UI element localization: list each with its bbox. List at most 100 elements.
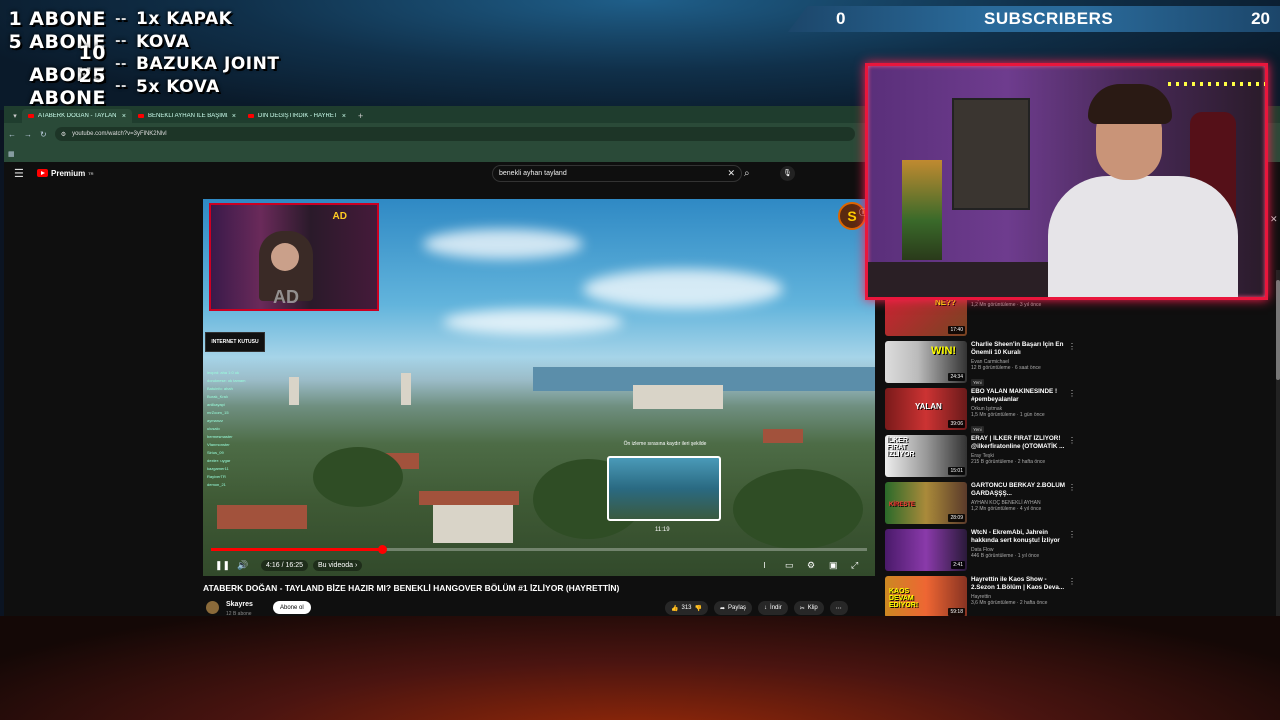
tab-din[interactable]: DİN DEĞİŞTİRDİK - HAYRETTİN × [242, 109, 352, 123]
list-item[interactable]: KİRESTE 28:09 GARTONCU BERKAY 2.BÖLÜM GARD… [885, 480, 1085, 527]
thumbs-down-icon[interactable]: 👎 [695, 605, 702, 612]
share-button[interactable]: ➦ Paylaş [713, 601, 753, 615]
chat-line: leoprd: aha 1:0 ok [207, 370, 240, 375]
video-thumbnail[interactable]: WIN! 24:34 [885, 341, 967, 383]
goal-reward: 1x KAPAK [136, 9, 233, 30]
miniplayer-icon[interactable]: ▣ [829, 560, 838, 571]
search-value: benekli ayhan tayland [499, 169, 567, 177]
inset-logo-corner: AD [332, 211, 347, 222]
video-title[interactable]: EBO YALAN MAKİNESİNDE ! #pembeyalanlar [971, 388, 1071, 404]
pause-icon[interactable]: ❚❚ [215, 560, 230, 571]
video-title[interactable]: Charlie Sheen'in Başarı İçin En Önemli 1… [971, 341, 1071, 357]
preview-time: 11:19 [655, 527, 670, 533]
chat-line: Sirius_09 [207, 450, 224, 455]
goal-row: 25 ABONE -- 5x KOVA [6, 65, 306, 109]
settings-icon[interactable]: ⚙ [807, 560, 815, 571]
youtube-favicon-icon [248, 114, 254, 118]
progress-scrubber[interactable] [377, 545, 387, 554]
subscriber-goal: 20 [1251, 9, 1270, 28]
scrollbar-thumb[interactable] [1276, 280, 1280, 380]
overlay-bottom-glow [0, 616, 1280, 720]
more-actions-button[interactable]: ⋯ [829, 601, 848, 615]
more-options-icon[interactable]: ⋮ [1068, 530, 1076, 539]
video-title[interactable]: WtcN - EkremAbi, Jahrein hakkında sert k… [971, 529, 1071, 545]
apps-icon[interactable]: ▦ [8, 150, 15, 158]
tab-benekli[interactable]: BENEKLİ AYHAN İLE BAŞIMIZA × [132, 109, 242, 123]
forward-icon[interactable]: → [24, 130, 32, 139]
channel-avatar[interactable] [206, 601, 219, 614]
progress-bar[interactable] [211, 545, 867, 554]
close-icon[interactable]: × [342, 113, 346, 120]
video-thumbnail[interactable]: NE?? 17:40 [885, 294, 967, 336]
youtube-header: ☰ Premium TR benekli ayhan tayland ✕ ⌕ 🎙 [4, 162, 874, 184]
chat-line: RayiverTR [207, 474, 226, 479]
list-item[interactable]: WIN! 24:34 Charlie Sheen'in Başarı İçin En… [885, 339, 1085, 386]
more-options-icon[interactable]: ⋮ [1068, 389, 1076, 398]
tab-title: ATABERK DOĞAN - TAYLAN [38, 113, 117, 119]
list-item[interactable]: İLKER FIRAT İZLİYOR 15:01 ERAY | İLKER FIR… [885, 433, 1085, 480]
thumbs-up-icon: 👍 [671, 605, 679, 612]
goal-separator: -- [115, 79, 127, 95]
video-meta: GARTONCU BERKAY 2.BÖLÜM GARDAŞŞŞ... AYHAN… [971, 482, 1071, 512]
mic-icon[interactable]: 🎙 [780, 165, 795, 181]
more-options-icon[interactable]: ⋮ [1068, 577, 1076, 586]
video-thumbnail[interactable]: İLKER FIRAT İZLİYOR 15:01 [885, 435, 967, 477]
chapter-button[interactable]: Bu videoda › [313, 559, 363, 571]
back-icon[interactable]: ← [8, 130, 16, 139]
search-icon[interactable]: ⌕ [744, 168, 750, 179]
youtube-logo[interactable]: Premium TR [37, 169, 94, 178]
like-button[interactable]: 👍 313 👎 [665, 601, 708, 615]
chat-line: dexter: uygar [207, 458, 231, 463]
video-title[interactable]: Hayrettin ile Kaos Show - 2.Sezon 1.Bölü… [971, 576, 1071, 592]
tab-ataberk[interactable]: ATABERK DOĞAN - TAYLAN × [22, 109, 132, 123]
subtitles-icon[interactable]: ▭ [785, 560, 794, 571]
close-icon[interactable]: × [122, 113, 126, 120]
clear-search-icon[interactable]: ✕ [727, 168, 735, 179]
thumbnail-text: İLKER FIRAT İZLİYOR [887, 437, 915, 458]
video-thumbnail[interactable]: YALAN 39:06 [885, 388, 967, 430]
new-tab-button[interactable]: + [352, 109, 369, 123]
list-item[interactable]: KAOS DEVAM EDİYOR! 59:18 Hayrettin ile Kao… [885, 574, 1085, 621]
tree [733, 469, 863, 549]
goal-separator: -- [115, 11, 127, 27]
clip-button[interactable]: ✂ Klip [793, 601, 824, 615]
more-options-icon[interactable]: ⋮ [1068, 342, 1076, 351]
reload-icon[interactable]: ↻ [40, 130, 47, 139]
download-label: İndir [770, 605, 782, 611]
more-options-icon[interactable]: ⋮ [1068, 483, 1076, 492]
list-item[interactable]: 2:41 WtcN - EkremAbi, Jahrein hakkında se… [885, 527, 1085, 574]
hamburger-menu-icon[interactable]: ☰ [14, 167, 24, 180]
video-title[interactable]: GARTONCU BERKAY 2.BÖLÜM GARDAŞŞŞ... [971, 482, 1071, 498]
chat-line: Vfanmonster [207, 442, 230, 447]
video-title[interactable]: ERAY | İLKER FIRAT İZLİYOR! @ilkerfirato… [971, 435, 1071, 451]
preview-hint: Ön izleme sırasına kaydır ileri şekilde [623, 441, 707, 447]
search-input[interactable]: benekli ayhan tayland ✕ [492, 164, 742, 182]
autoplay-toggle[interactable]: ⏽ [761, 560, 768, 571]
share-label: Paylaş [728, 605, 747, 611]
close-icon[interactable]: ✕ [1270, 214, 1278, 225]
chat-line: doruknese: ok tamam [207, 378, 246, 383]
tab-search-icon[interactable]: ▾ [8, 109, 22, 123]
progress-played [211, 548, 382, 551]
more-options-icon[interactable]: ⋮ [1068, 436, 1076, 445]
recommendations-list: NE??17:40Hayrettin1,2 Mn görüntüleme · 3… [885, 292, 1085, 621]
video-stats: 215 B görüntüleme · 2 hafta önce [971, 459, 1046, 465]
close-icon[interactable]: × [232, 113, 236, 120]
fullscreen-icon[interactable]: ⤢ [851, 560, 858, 571]
site-info-icon[interactable]: ⚙ [61, 131, 66, 138]
seek-preview-thumbnail [607, 456, 721, 521]
tab-title: DİN DEĞİŞTİRDİK - HAYRETTİN [258, 113, 338, 119]
building [433, 503, 513, 543]
video-meta: ERAY | İLKER FIRAT İZLİYOR! @ilkerfirato… [971, 435, 1071, 465]
video-thumbnail[interactable]: KAOS DEVAM EDİYOR! 59:18 [885, 576, 967, 618]
channel-name[interactable]: Skayres [226, 601, 253, 608]
url-input[interactable]: ⚙ youtube.com/watch?v=3yFlNK2Nlvl [54, 127, 855, 141]
share-icon: ➦ [719, 605, 726, 612]
video-thumbnail[interactable]: 2:41 [885, 529, 967, 571]
subscribe-button[interactable]: Abone ol [273, 601, 311, 614]
list-item[interactable]: YALAN 39:06 EBO YALAN MAKİNESİNDE ! #pembe… [885, 386, 1085, 433]
download-button[interactable]: ↓ İndir [758, 601, 788, 615]
volume-icon[interactable]: 🔊 [237, 560, 248, 571]
video-thumbnail[interactable]: KİRESTE 28:09 [885, 482, 967, 524]
video-player[interactable]: AD AD INTERNET KUTUSU leoprd: aha 1:0 ok… [203, 199, 875, 576]
